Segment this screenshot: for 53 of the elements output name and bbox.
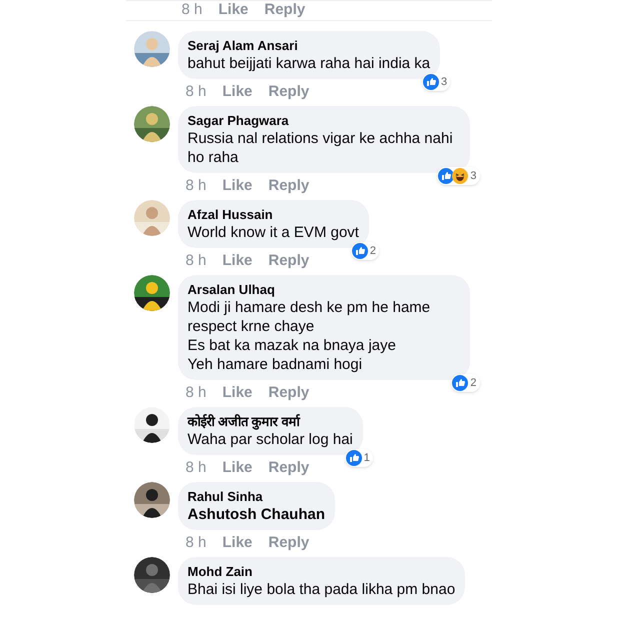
comment-text: bahut beijjati karwa raha hai india ka (188, 54, 430, 73)
like-link[interactable]: Like (222, 535, 252, 551)
reply-link[interactable]: Reply (268, 460, 310, 476)
reaction-badge[interactable]: 2 (451, 374, 480, 392)
timestamp: 8 h (186, 178, 206, 194)
commenter-name[interactable]: Rahul Sinha (188, 488, 325, 505)
timestamp: 8 h (186, 460, 206, 476)
comment-text: Modi ji hamare desh ke pm he hame respect krne chaye (188, 298, 432, 336)
reply-link[interactable]: Reply (268, 253, 310, 269)
reaction-badge[interactable]: 1 (344, 448, 373, 467)
commenter-name[interactable]: Sagar Phagwara (188, 112, 460, 129)
reply-link[interactable]: Reply (268, 535, 310, 551)
commenter-name[interactable]: Seraj Alam Ansari (188, 37, 430, 54)
reaction-badge[interactable]: 2 (350, 242, 379, 260)
reaction-count: 3 (441, 74, 448, 90)
comment-text: Waha par scholar log hai (188, 430, 353, 449)
thumbs-up-icon (452, 374, 468, 391)
commenter-name[interactable]: Arsalan Ulhaq (188, 281, 460, 298)
reply-link[interactable]: Reply (268, 385, 310, 401)
thumbs-up-icon (352, 242, 368, 259)
comment-text: Ashutosh Chauhan (188, 505, 325, 524)
like-link[interactable]: Like (218, 2, 248, 18)
reaction-badge[interactable]: 3 (422, 72, 450, 91)
comment-text: Russia nal relations vigar ke achha nahi ho raha (188, 129, 454, 167)
reaction-badge[interactable]: 3 (437, 166, 480, 185)
thumbs-up-icon (423, 74, 440, 90)
laughing-face-icon (452, 168, 468, 184)
comment-text: World know it a EVM govt (188, 223, 359, 242)
like-link[interactable]: Like (222, 178, 252, 194)
like-link[interactable]: Like (222, 253, 252, 269)
thumbs-up-icon (438, 168, 454, 184)
reply-link[interactable]: Reply (264, 2, 306, 18)
like-link[interactable]: Like (222, 84, 252, 100)
commenter-name[interactable]: Afzal Hussain (188, 206, 359, 223)
timestamp: 8 h (182, 2, 202, 18)
timestamp: 8 h (186, 385, 206, 401)
commenter-name[interactable]: कोईरी अजीत कुमार वर्मा (188, 413, 353, 430)
commenter-name[interactable]: Mohd Zain (188, 563, 456, 580)
timestamp: 8 h (186, 84, 206, 100)
thumbs-up-icon (346, 450, 362, 466)
comment-text: Es bat ka mazak na bnaya jaye (188, 336, 397, 355)
reaction-count: 2 (470, 376, 476, 390)
timestamp: 8 h (186, 535, 206, 551)
comment-text: Yeh hamare badnami hogi (188, 355, 364, 374)
comment-text: Bhai isi liye bola tha pada likha pm bnao (188, 580, 456, 599)
reply-link[interactable]: Reply (268, 84, 310, 100)
timestamp: 8 h (186, 253, 206, 269)
reaction-count: 1 (364, 450, 370, 466)
reply-link[interactable]: Reply (268, 178, 310, 194)
like-link[interactable]: Like (222, 460, 252, 476)
like-link[interactable]: Like (222, 385, 252, 401)
reaction-count: 3 (470, 168, 476, 184)
reaction-count: 2 (370, 244, 376, 258)
